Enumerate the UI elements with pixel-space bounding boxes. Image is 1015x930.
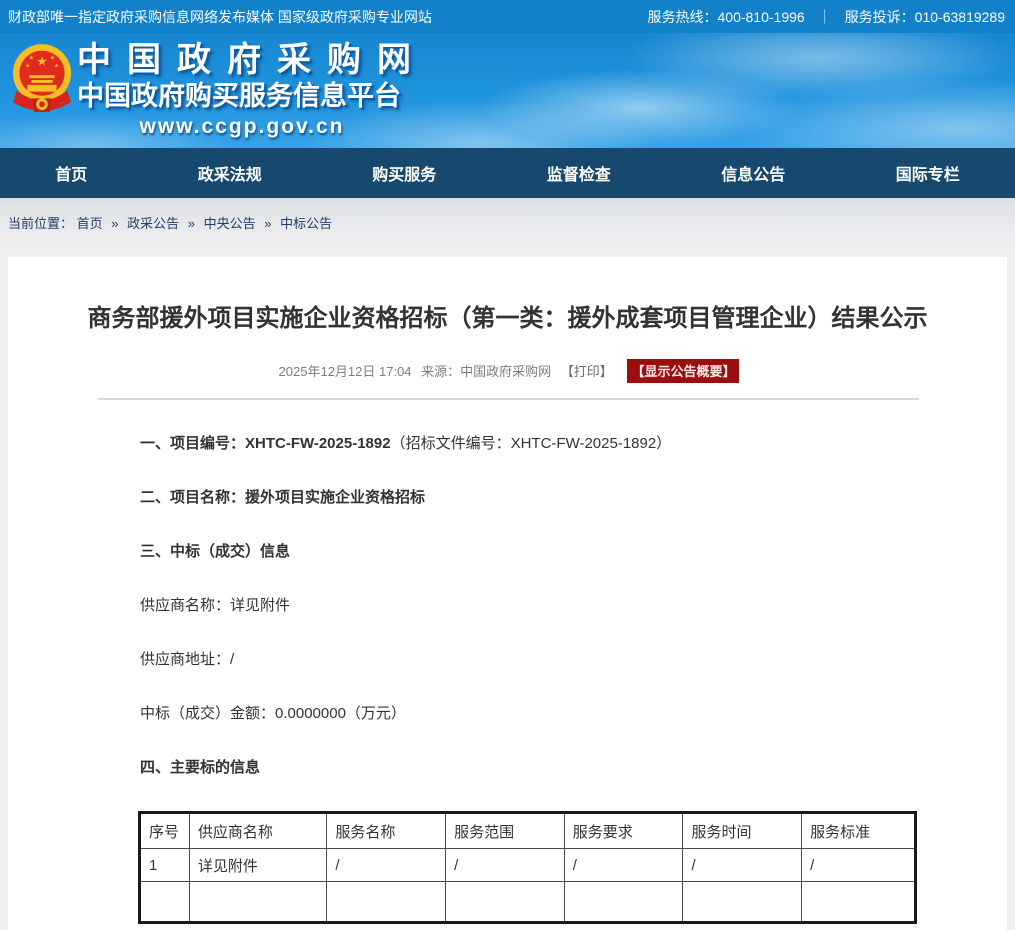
paragraph-project-number: 一、项目编号：XHTC-FW-2025-1892（招标文件编号：XHTC-FW-…: [140, 433, 917, 454]
breadcrumb-prefix: 当前位置：: [8, 216, 73, 231]
cell-service-time: /: [683, 849, 802, 882]
article-panel: 商务部援外项目实施企业资格招标（第一类：援外成套项目管理企业）结果公示 2025…: [8, 257, 1007, 930]
svg-text:★: ★: [36, 54, 47, 68]
service-hotline: 服务热线：400-810-1996: [648, 7, 805, 27]
col-header-service-scope: 服务范围: [446, 813, 565, 849]
cell-service-standard: /: [802, 849, 916, 882]
service-complaint: 服务投诉：010-63819289: [845, 7, 1005, 27]
cell-empty: [327, 882, 446, 923]
breadcrumb-separator: »: [111, 216, 118, 231]
topbar-separator: ｜: [818, 7, 832, 27]
paragraph-main-subject-heading: 四、主要标的信息: [140, 757, 917, 778]
cell-empty: [140, 882, 190, 923]
cell-service-name: /: [327, 849, 446, 882]
paragraph-supplier-name: 供应商名称：详见附件: [140, 595, 917, 616]
article-meta: 2025年12月12日 17:04 来源：中国政府采购网 【打印】 【显示公告概…: [8, 359, 1007, 383]
article-source: 来源：中国政府采购网: [421, 364, 551, 379]
svg-text:★: ★: [50, 55, 55, 62]
publish-datetime: 2025年12月12日 17:04: [279, 364, 412, 379]
cell-empty: [802, 882, 916, 923]
breadcrumb-award-notices[interactable]: 中标公告: [280, 216, 332, 231]
site-title: 中国政府采购网: [77, 40, 407, 80]
paragraph-award-info-heading: 三、中标（成交）信息: [140, 541, 917, 562]
site-subtitle: 中国政府购买服务信息平台: [77, 80, 407, 113]
table-row-empty: [140, 882, 916, 923]
nav-item-home[interactable]: 首页: [55, 161, 87, 185]
site-logo: 中国政府采购网 中国政府购买服务信息平台 www.ccgp.gov.cn: [77, 40, 407, 140]
breadcrumb-band: 当前位置： 首页 » 政采公告 » 中央公告 » 中标公告: [0, 198, 1015, 257]
svg-text:★: ★: [25, 62, 30, 69]
svg-text:★: ★: [54, 62, 59, 69]
breadcrumb-procurement-notices[interactable]: 政采公告: [127, 216, 179, 231]
paragraph-project-name: 二、项目名称：援外项目实施企业资格招标: [140, 487, 917, 508]
nav-item-announcements[interactable]: 信息公告: [721, 161, 785, 185]
nav-item-regulations[interactable]: 政采法规: [198, 161, 262, 185]
cell-empty: [189, 882, 327, 923]
site-slogan: 财政部唯一指定政府采购信息网络发布媒体 国家级政府采购专业网站: [8, 7, 432, 27]
main-subject-table: 序号 供应商名称 服务名称 服务范围 服务要求 服务时间 服务标准 1 详见附件…: [138, 811, 917, 924]
print-button[interactable]: 【打印】: [561, 364, 613, 379]
table-header-row: 序号 供应商名称 服务名称 服务范围 服务要求 服务时间 服务标准: [140, 813, 916, 849]
svg-text:★: ★: [29, 55, 34, 62]
breadcrumb-central-notices[interactable]: 中央公告: [204, 216, 256, 231]
breadcrumb-separator: »: [188, 216, 195, 231]
show-summary-button[interactable]: 【显示公告概要】: [627, 359, 739, 383]
site-header: ★ ★ ★ ★ ★ 中国政府采购网 中国政府购买服务信息平台 www.ccgp.…: [0, 33, 1015, 148]
cell-supplier: 详见附件: [189, 849, 327, 882]
col-header-service-require: 服务要求: [564, 813, 683, 849]
cell-empty: [564, 882, 683, 923]
breadcrumb: 当前位置： 首页 » 政采公告 » 中央公告 » 中标公告: [8, 216, 332, 231]
cell-index: 1: [140, 849, 190, 882]
article-body: 一、项目编号：XHTC-FW-2025-1892（招标文件编号：XHTC-FW-…: [8, 433, 1007, 924]
title-divider: [98, 398, 919, 400]
col-header-service-name: 服务名称: [327, 813, 446, 849]
col-header-service-standard: 服务标准: [802, 813, 916, 849]
paragraph-award-amount: 中标（成交）金额：0.0000000（万元）: [140, 703, 917, 724]
paragraph-supplier-address: 供应商地址：/: [140, 649, 917, 670]
table-row: 1 详见附件 / / / / /: [140, 849, 916, 882]
col-header-index: 序号: [140, 813, 190, 849]
cell-service-scope: /: [446, 849, 565, 882]
article-title: 商务部援外项目实施企业资格招标（第一类：援外成套项目管理企业）结果公示: [43, 304, 972, 334]
cell-service-require: /: [564, 849, 683, 882]
nav-item-international[interactable]: 国际专栏: [896, 161, 960, 185]
topbar-contacts: 服务热线：400-810-1996 ｜ 服务投诉：010-63819289: [648, 7, 1006, 27]
nav-item-supervision[interactable]: 监督检查: [547, 161, 611, 185]
col-header-supplier: 供应商名称: [189, 813, 327, 849]
nav-item-services[interactable]: 购买服务: [372, 161, 436, 185]
cell-empty: [683, 882, 802, 923]
breadcrumb-separator: »: [264, 216, 271, 231]
col-header-service-time: 服务时间: [683, 813, 802, 849]
national-emblem-icon: ★ ★ ★ ★ ★: [11, 38, 73, 127]
main-nav: 首页 政采法规 购买服务 监督检查 信息公告 国际专栏: [0, 148, 1015, 198]
site-url: www.ccgp.gov.cn: [77, 113, 407, 140]
breadcrumb-home[interactable]: 首页: [77, 216, 103, 231]
top-utility-bar: 财政部唯一指定政府采购信息网络发布媒体 国家级政府采购专业网站 服务热线：400…: [0, 0, 1015, 33]
cell-empty: [446, 882, 565, 923]
